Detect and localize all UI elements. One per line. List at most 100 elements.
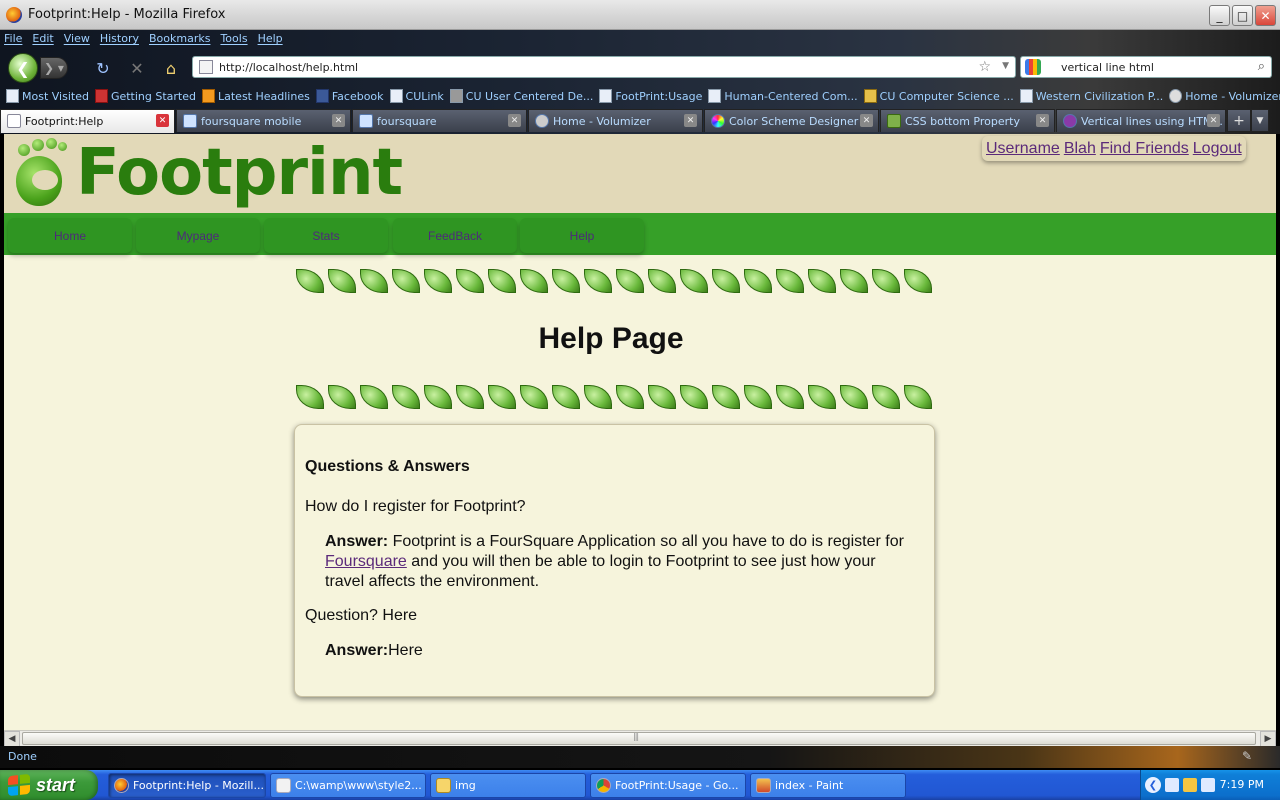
home-icon[interactable]: ⌂: [160, 57, 182, 79]
taskbar-item-folder[interactable]: img: [430, 773, 586, 798]
answer-1: Answer: Footprint is a FourSquare Applic…: [325, 532, 915, 592]
nav-mypage[interactable]: Mypage: [136, 218, 260, 253]
menu-edit[interactable]: Edit: [32, 32, 53, 50]
bookmark-item[interactable]: Human-Centered Com...: [708, 89, 858, 103]
reload-icon[interactable]: ↻: [92, 57, 114, 79]
minimize-button[interactable]: _: [1209, 5, 1230, 26]
taskbar-item-chrome[interactable]: FootPrint:Usage - Go...: [590, 773, 746, 798]
close-tab-icon[interactable]: ✕: [860, 114, 873, 127]
start-button[interactable]: start: [0, 770, 98, 800]
show-hidden-icons-icon[interactable]: ❮: [1145, 777, 1161, 793]
taskbar-item-firefox[interactable]: Footprint:Help - Mozill...: [108, 773, 266, 798]
leaf-icon: [902, 266, 932, 294]
url-dropdown-icon[interactable]: ▼: [1002, 61, 1009, 71]
nav-stats[interactable]: Stats: [264, 218, 388, 253]
address-bar[interactable]: http://localhost/help.html ☆ ▼: [192, 56, 1016, 78]
bookmark-item[interactable]: Most Visited: [6, 89, 89, 103]
bookmark-item[interactable]: FootPrint:Usage: [599, 89, 702, 103]
maximize-button[interactable]: □: [1232, 5, 1253, 26]
tab-css-bottom-property[interactable]: CSS bottom Property ✕: [880, 109, 1055, 132]
close-tab-icon[interactable]: ✕: [508, 114, 521, 127]
leaf-icon: [742, 266, 772, 294]
menu-tools[interactable]: Tools: [220, 32, 247, 50]
pencil-icon[interactable]: ✎: [1242, 749, 1252, 763]
tab-color-scheme-designer[interactable]: Color Scheme Designer 3 ✕: [704, 109, 879, 132]
tab-footprint-help[interactable]: Footprint:Help ✕: [0, 109, 175, 133]
browser-chrome: File Edit View History Bookmarks Tools H…: [0, 30, 1280, 134]
horizontal-scrollbar[interactable]: ◀ ▶: [4, 730, 1276, 747]
tray-cloud-icon[interactable]: [1165, 778, 1179, 792]
menu-help[interactable]: Help: [258, 32, 283, 50]
leaf-icon: [614, 266, 644, 294]
status-bar: Done ✎: [0, 746, 1280, 768]
nav-home[interactable]: Home: [8, 218, 132, 253]
bookmark-item[interactable]: Home - Volumizer: [1169, 89, 1280, 103]
list-all-tabs-button[interactable]: ▼: [1251, 109, 1269, 132]
firefox-icon: [114, 778, 129, 793]
bookmark-label: Facebook: [331, 89, 384, 103]
tray-network-icon[interactable]: [1201, 778, 1215, 792]
taskbar-item-editor[interactable]: C:\wamp\www\style2...: [270, 773, 426, 798]
user-links: Username Blah Find Friends Logout: [982, 136, 1246, 161]
bookmark-item[interactable]: Latest Headlines: [202, 89, 310, 103]
bookmark-item[interactable]: Getting Started: [94, 89, 196, 103]
tray-app-icon[interactable]: [1183, 778, 1197, 792]
close-tab-icon[interactable]: ✕: [156, 114, 169, 127]
menu-history[interactable]: History: [100, 32, 139, 50]
find-friends-link[interactable]: Find Friends: [1100, 140, 1189, 158]
bookmark-item[interactable]: CU User Centered De...: [449, 89, 593, 103]
leaf-icon: [806, 382, 836, 410]
menu-view[interactable]: View: [64, 32, 90, 50]
tab-home-volumizer[interactable]: Home - Volumizer ✕: [528, 109, 703, 132]
close-button[interactable]: ✕: [1255, 5, 1276, 26]
tab-foursquare-mobile[interactable]: foursquare mobile ✕: [176, 109, 351, 132]
blah-link[interactable]: Blah: [1064, 140, 1096, 158]
close-tab-icon[interactable]: ✕: [332, 114, 345, 127]
qa-panel: Questions & Answers How do I register fo…: [294, 424, 935, 697]
leaf-icon: [678, 266, 708, 294]
site-logo[interactable]: Footprint: [12, 136, 403, 210]
taskbar-item-paint[interactable]: index - Paint: [750, 773, 906, 798]
firefox-icon: [6, 6, 22, 23]
scrollbar-thumb[interactable]: [22, 732, 1256, 745]
answer-text: Footprint is a FourSquare Application so…: [388, 533, 904, 550]
leaf-icon: [486, 382, 516, 410]
menu-bookmarks[interactable]: Bookmarks: [149, 32, 210, 50]
search-bar[interactable]: vertical line html ⌕: [1020, 56, 1272, 78]
cu-logo-icon: [863, 89, 877, 103]
tab-foursquare[interactable]: foursquare ✕: [352, 109, 527, 132]
clock: 7:19 PM: [1219, 778, 1264, 791]
menu-file[interactable]: File: [4, 32, 22, 50]
scroll-right-icon[interactable]: ▶: [1260, 731, 1276, 747]
close-tab-icon[interactable]: ✕: [684, 114, 697, 127]
foursquare-icon: [359, 114, 373, 128]
bookmark-item[interactable]: Western Civilization P...: [1019, 89, 1163, 103]
bookmark-item[interactable]: Facebook: [315, 89, 384, 103]
google-icon[interactable]: [1025, 59, 1041, 75]
stop-icon[interactable]: ✕: [126, 57, 148, 79]
question-2: Question? Here: [305, 607, 418, 624]
foursquare-link[interactable]: Foursquare: [325, 553, 407, 570]
leaf-icon: [518, 266, 548, 294]
close-tab-icon[interactable]: ✕: [1207, 114, 1220, 127]
url-text[interactable]: http://localhost/help.html: [219, 61, 358, 74]
nav-help[interactable]: Help: [520, 218, 644, 253]
search-icon[interactable]: ⌕: [1258, 59, 1265, 74]
bookmark-label: Human-Centered Com...: [724, 89, 858, 103]
back-button[interactable]: ❮: [8, 53, 38, 83]
bookmark-label: CU Computer Science ...: [879, 89, 1014, 103]
nav-feedback[interactable]: FeedBack: [393, 218, 517, 253]
new-tab-button[interactable]: +: [1227, 109, 1251, 132]
logout-link[interactable]: Logout: [1193, 140, 1242, 158]
forward-button[interactable]: ❯ ▾: [40, 57, 68, 79]
tab-strip: Footprint:Help ✕ foursquare mobile ✕ fou…: [0, 109, 1280, 133]
username-link[interactable]: Username: [986, 140, 1060, 158]
search-input[interactable]: vertical line html: [1061, 61, 1154, 74]
bookmark-item[interactable]: CULink: [389, 89, 444, 103]
chevron-down-icon: ▼: [1256, 115, 1264, 126]
bookmark-star-icon[interactable]: ☆: [978, 59, 991, 75]
close-tab-icon[interactable]: ✕: [1036, 114, 1049, 127]
bookmark-item[interactable]: CU Computer Science ...: [863, 89, 1014, 103]
tab-vertical-lines[interactable]: Vertical lines using HTM... ✕: [1056, 109, 1226, 132]
scroll-left-icon[interactable]: ◀: [4, 731, 20, 747]
